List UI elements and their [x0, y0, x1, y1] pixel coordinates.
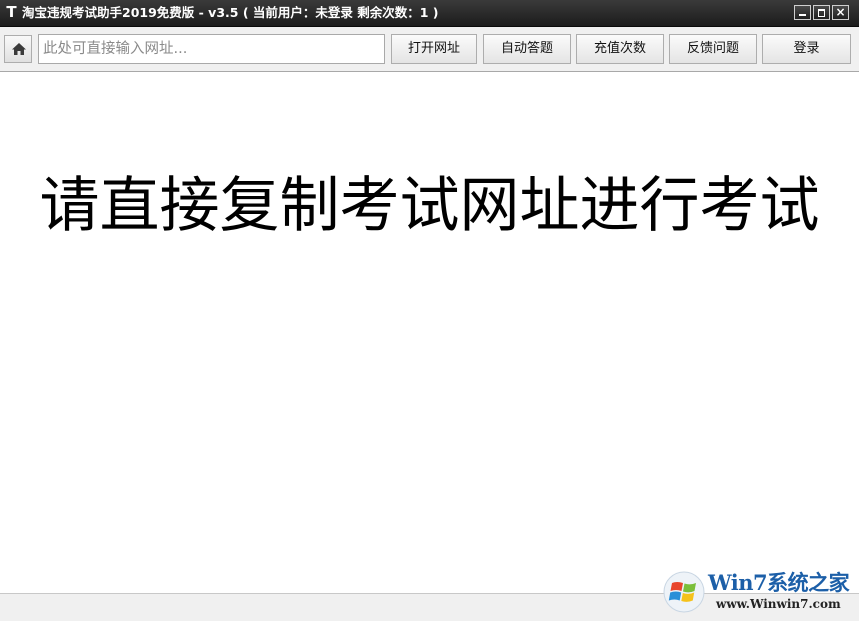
title-bar: T 淘宝违规考试助手2019免费版 - v3.5 ( 当前用户：未登录 剩余次数… — [0, 0, 859, 27]
home-button[interactable] — [4, 35, 32, 63]
feedback-button[interactable]: 反馈问题 — [669, 34, 757, 64]
app-icon: T — [6, 3, 17, 21]
home-icon — [12, 43, 26, 55]
watermark-brand: Win7系统之家 — [708, 570, 850, 595]
window-title: 淘宝违规考试助手2019免费版 - v3.5 ( 当前用户：未登录 剩余次数：1… — [22, 5, 439, 20]
watermark: Win7系统之家 www.Winwin7.com — [660, 566, 856, 618]
maximize-button[interactable] — [813, 5, 830, 20]
url-input[interactable] — [38, 34, 385, 64]
toolbar: 打开网址 自动答题 充值次数 反馈问题 登录 — [0, 27, 859, 72]
instruction-headline: 请直接复制考试网址进行考试 — [39, 171, 820, 241]
minimize-button[interactable] — [794, 5, 811, 20]
close-icon: × — [835, 5, 846, 19]
login-button[interactable]: 登录 — [762, 34, 851, 64]
windows-logo-icon — [663, 571, 705, 613]
recharge-button[interactable]: 充值次数 — [576, 34, 664, 64]
watermark-url: www.Winwin7.com — [716, 597, 841, 611]
browser-content: 请直接复制考试网址进行考试 — [0, 72, 859, 593]
close-button[interactable]: × — [832, 5, 849, 20]
open-url-button[interactable]: 打开网址 — [391, 34, 477, 64]
auto-answer-button[interactable]: 自动答题 — [483, 34, 571, 64]
